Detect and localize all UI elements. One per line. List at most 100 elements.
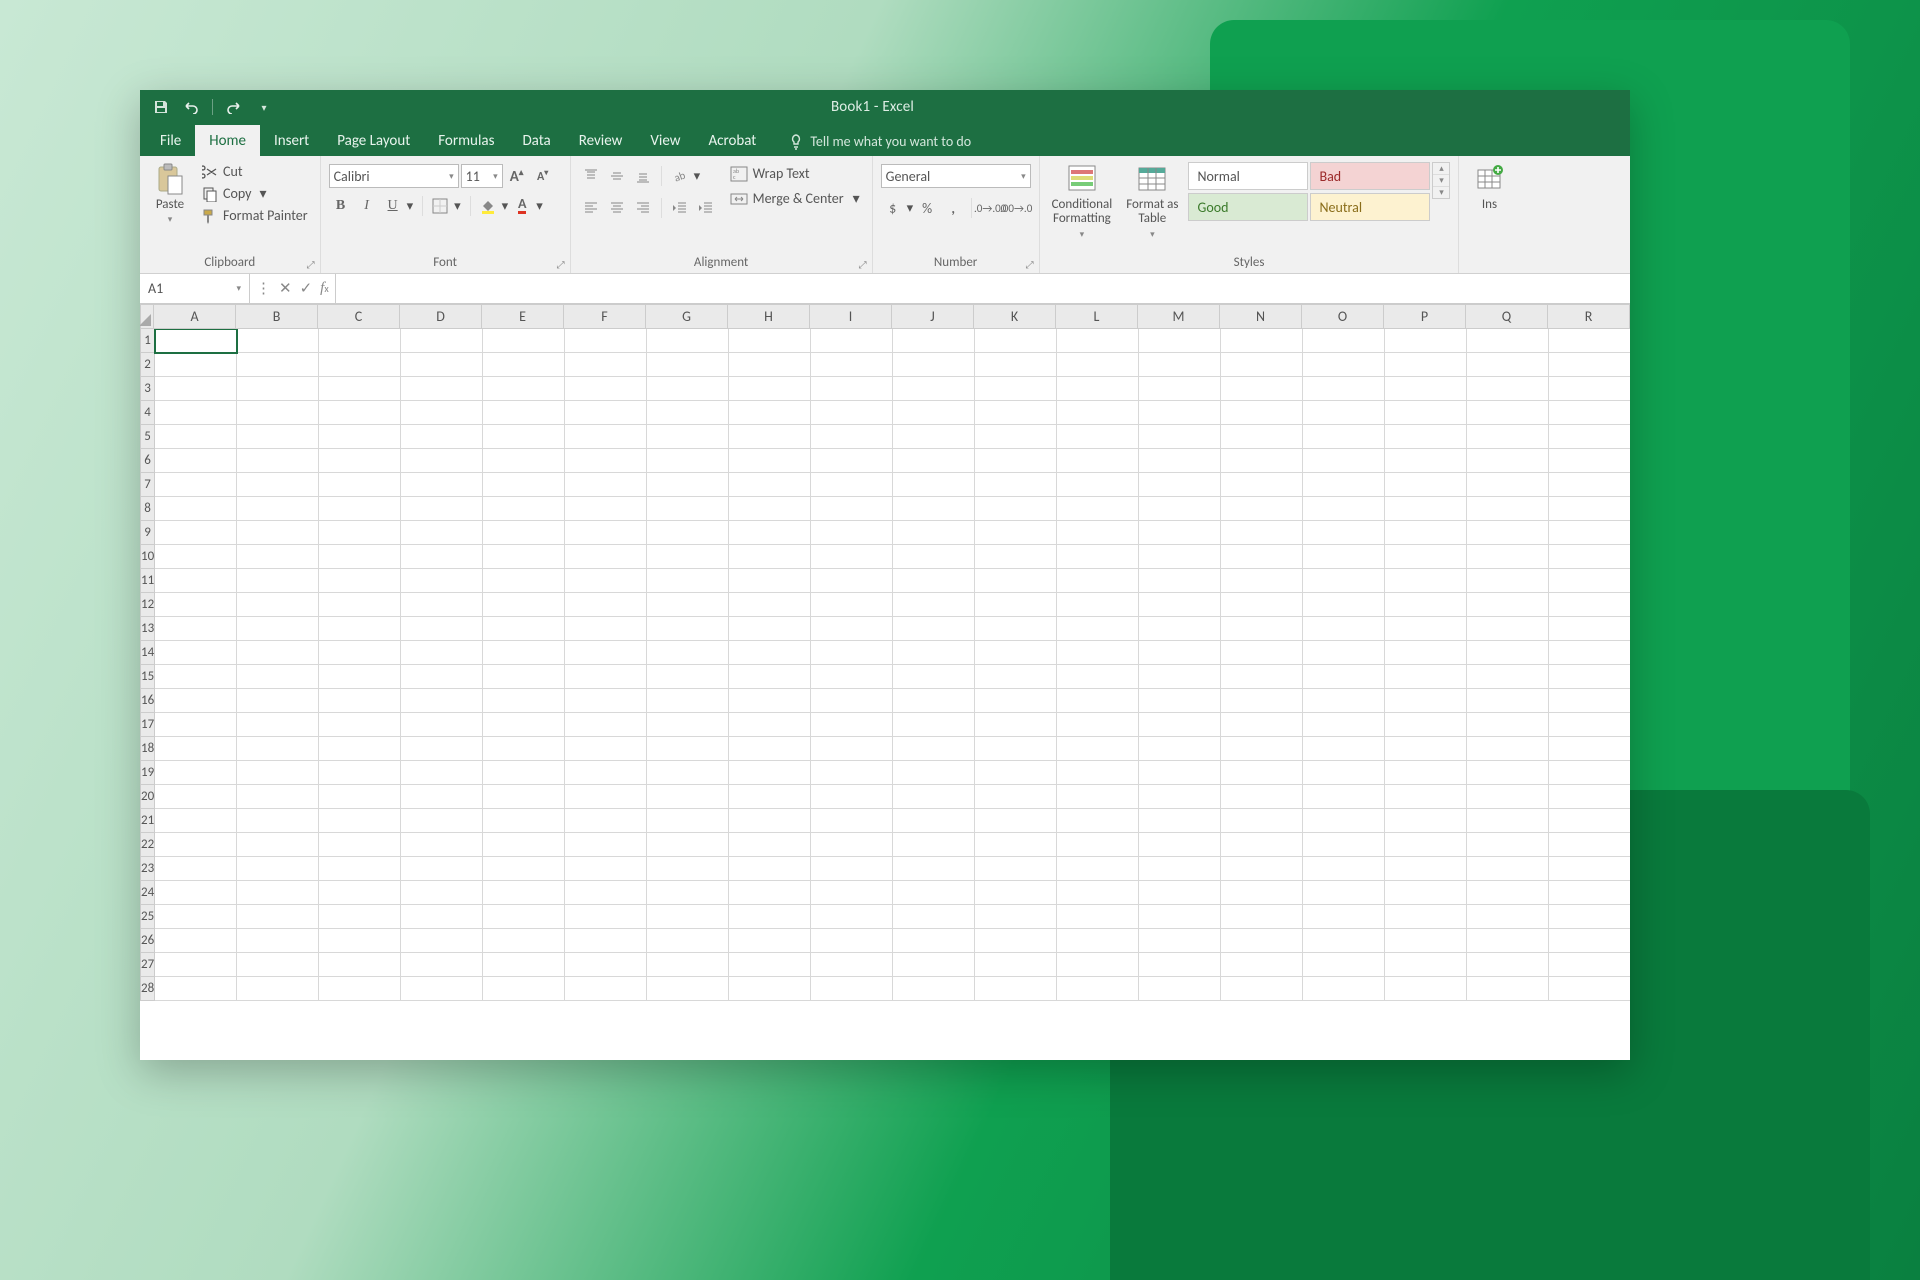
cell-H9[interactable] <box>729 521 811 545</box>
cell-N1[interactable] <box>1221 329 1303 353</box>
cell-J12[interactable] <box>893 593 975 617</box>
cell-M14[interactable] <box>1139 641 1221 665</box>
cell-M26[interactable] <box>1139 929 1221 953</box>
cell-M20[interactable] <box>1139 785 1221 809</box>
cell-E9[interactable] <box>483 521 565 545</box>
column-header-O[interactable]: O <box>1302 304 1384 329</box>
cell-G13[interactable] <box>647 617 729 641</box>
clipboard-launcher[interactable]: ⤢ <box>304 257 318 271</box>
cell-L22[interactable] <box>1057 833 1139 857</box>
row-header-1[interactable]: 1 <box>140 329 155 353</box>
cell-A17[interactable] <box>155 713 237 737</box>
tab-formulas[interactable]: Formulas <box>424 125 508 156</box>
cell-G9[interactable] <box>647 521 729 545</box>
cell-K21[interactable] <box>975 809 1057 833</box>
cell-J25[interactable] <box>893 905 975 929</box>
cell-L5[interactable] <box>1057 425 1139 449</box>
column-header-D[interactable]: D <box>400 304 482 329</box>
cell-B27[interactable] <box>237 953 319 977</box>
cell-A19[interactable] <box>155 761 237 785</box>
row-header-18[interactable]: 18 <box>140 737 155 761</box>
cell-G1[interactable] <box>647 329 729 353</box>
cell-F11[interactable] <box>565 569 647 593</box>
cell-G25[interactable] <box>647 905 729 929</box>
cell-Q24[interactable] <box>1467 881 1549 905</box>
row-header-7[interactable]: 7 <box>140 473 155 497</box>
cell-J26[interactable] <box>893 929 975 953</box>
bold-button[interactable]: B <box>329 194 353 218</box>
cell-F9[interactable] <box>565 521 647 545</box>
cell-L15[interactable] <box>1057 665 1139 689</box>
cell-N25[interactable] <box>1221 905 1303 929</box>
cell-Q3[interactable] <box>1467 377 1549 401</box>
cell-P18[interactable] <box>1385 737 1467 761</box>
cell-D8[interactable] <box>401 497 483 521</box>
cell-A13[interactable] <box>155 617 237 641</box>
cell-E24[interactable] <box>483 881 565 905</box>
cell-C14[interactable] <box>319 641 401 665</box>
cell-I20[interactable] <box>811 785 893 809</box>
row-header-9[interactable]: 9 <box>140 521 155 545</box>
cell-L1[interactable] <box>1057 329 1139 353</box>
cell-J21[interactable] <box>893 809 975 833</box>
cell-L6[interactable] <box>1057 449 1139 473</box>
cell-P1[interactable] <box>1385 329 1467 353</box>
cell-A22[interactable] <box>155 833 237 857</box>
cell-E14[interactable] <box>483 641 565 665</box>
cell-G15[interactable] <box>647 665 729 689</box>
cell-O17[interactable] <box>1303 713 1385 737</box>
accounting-format-button[interactable]: $ <box>881 196 905 220</box>
enter-formula-button[interactable]: ✓ <box>300 279 313 298</box>
cell-K20[interactable] <box>975 785 1057 809</box>
cell-O14[interactable] <box>1303 641 1385 665</box>
cell-O18[interactable] <box>1303 737 1385 761</box>
cell-Q23[interactable] <box>1467 857 1549 881</box>
cell-P16[interactable] <box>1385 689 1467 713</box>
cell-D28[interactable] <box>401 977 483 1001</box>
cell-P5[interactable] <box>1385 425 1467 449</box>
cell-Q16[interactable] <box>1467 689 1549 713</box>
row-header-6[interactable]: 6 <box>140 449 155 473</box>
cell-N23[interactable] <box>1221 857 1303 881</box>
cell-O20[interactable] <box>1303 785 1385 809</box>
cell-P7[interactable] <box>1385 473 1467 497</box>
cell-E26[interactable] <box>483 929 565 953</box>
cell-B21[interactable] <box>237 809 319 833</box>
cell-O3[interactable] <box>1303 377 1385 401</box>
cell-F5[interactable] <box>565 425 647 449</box>
align-bottom-button[interactable] <box>631 164 655 188</box>
cell-L11[interactable] <box>1057 569 1139 593</box>
cell-D26[interactable] <box>401 929 483 953</box>
cell-B25[interactable] <box>237 905 319 929</box>
cell-B9[interactable] <box>237 521 319 545</box>
cell-R22[interactable] <box>1549 833 1630 857</box>
cell-R21[interactable] <box>1549 809 1630 833</box>
cell-F13[interactable] <box>565 617 647 641</box>
cell-D9[interactable] <box>401 521 483 545</box>
cell-H8[interactable] <box>729 497 811 521</box>
cell-K10[interactable] <box>975 545 1057 569</box>
cell-K11[interactable] <box>975 569 1057 593</box>
cell-E11[interactable] <box>483 569 565 593</box>
cell-O11[interactable] <box>1303 569 1385 593</box>
cell-E21[interactable] <box>483 809 565 833</box>
cell-K23[interactable] <box>975 857 1057 881</box>
cell-N20[interactable] <box>1221 785 1303 809</box>
cell-O9[interactable] <box>1303 521 1385 545</box>
cell-J18[interactable] <box>893 737 975 761</box>
cell-G2[interactable] <box>647 353 729 377</box>
cell-C7[interactable] <box>319 473 401 497</box>
cell-C11[interactable] <box>319 569 401 593</box>
cell-I28[interactable] <box>811 977 893 1001</box>
align-middle-button[interactable] <box>605 164 629 188</box>
increase-indent-button[interactable] <box>694 196 718 220</box>
wrap-text-button[interactable]: abc Wrap Text <box>726 164 864 183</box>
cell-O1[interactable] <box>1303 329 1385 353</box>
cell-M9[interactable] <box>1139 521 1221 545</box>
insert-cells-button[interactable]: Ins <box>1467 160 1511 212</box>
cell-A5[interactable] <box>155 425 237 449</box>
cell-H22[interactable] <box>729 833 811 857</box>
cell-G19[interactable] <box>647 761 729 785</box>
cell-O28[interactable] <box>1303 977 1385 1001</box>
cell-C4[interactable] <box>319 401 401 425</box>
